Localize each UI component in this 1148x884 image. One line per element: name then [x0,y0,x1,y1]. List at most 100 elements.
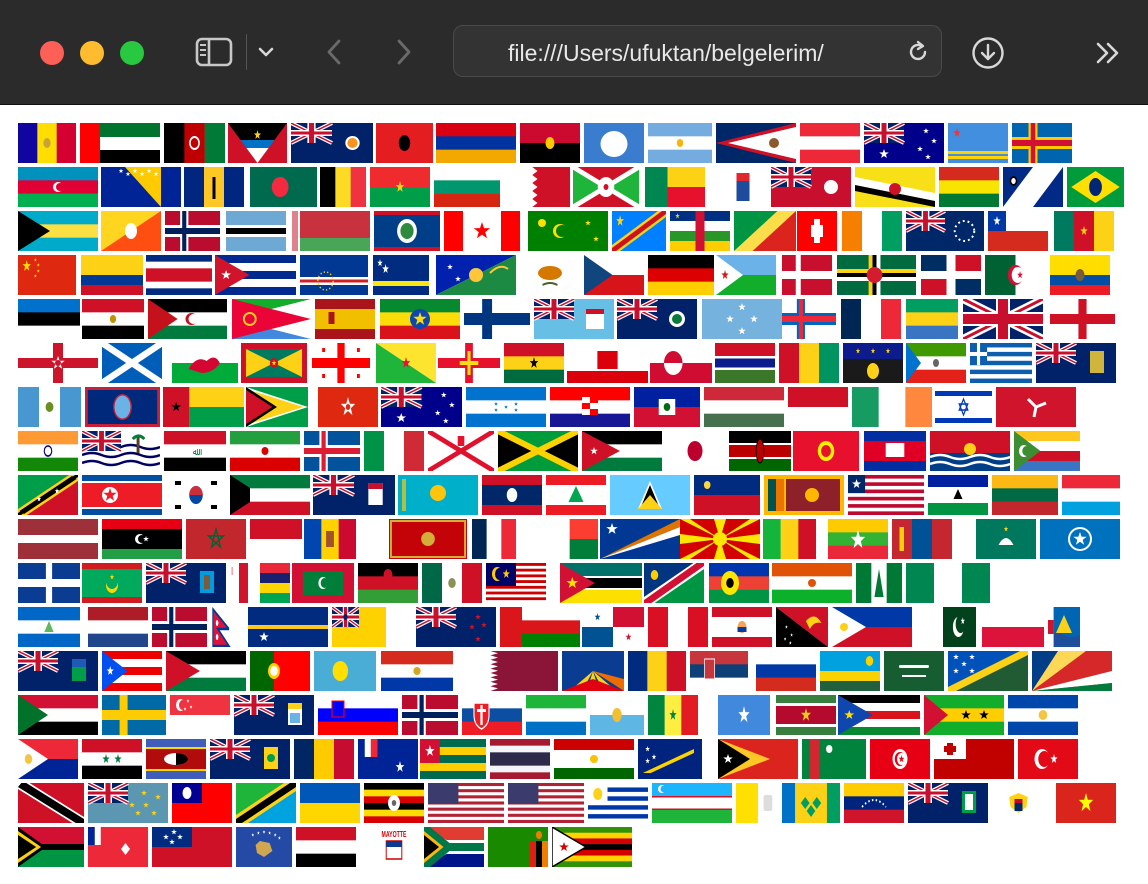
flag-vc [782,783,840,823]
flag-kh [864,431,926,471]
flag-bq [1003,167,1063,207]
flag-tr [1018,739,1078,779]
flag-sr [776,695,836,735]
forward-button[interactable] [390,36,418,68]
flag-gg [438,343,500,383]
flag-fj [534,299,614,339]
flag-yt: MAYOTTE [368,827,420,867]
reload-icon [909,40,927,61]
flag-aw [948,123,1008,163]
more-tools-button[interactable] [1094,40,1122,66]
flag-td [294,739,354,779]
flag-mk [680,519,760,559]
flag-az [18,167,98,207]
flag-ug [364,783,424,823]
flag-ps [166,651,246,691]
flag-es [315,299,375,339]
flag-ga [906,299,958,339]
flag-gb-nir [18,343,98,383]
flag-dj [716,255,776,295]
flag-mz [560,563,642,603]
flag-zw [552,827,632,867]
flag-fi [464,299,530,339]
flag-jo [582,431,662,471]
zoom-window-button[interactable] [120,41,144,65]
flag-cu [215,255,296,295]
flag-tt [18,783,84,823]
flag-mp [1040,519,1120,559]
flag-st [924,695,1004,735]
flag-pg [776,607,828,647]
flag-gp [843,343,903,383]
flag-iq: ﷲ [164,431,226,471]
flag-cm [1054,211,1114,251]
flag-ye [296,827,356,867]
flag-gt [18,387,81,427]
flag-nc [709,563,769,603]
flag-pf [712,607,772,647]
flag-ci [842,211,902,251]
flag-ni [18,607,80,647]
flag-gm [715,343,775,383]
flag-ec [1050,255,1110,295]
flag-lb [546,475,606,515]
flag-bl [717,167,769,207]
flag-gi [567,343,648,383]
flag-tz [236,783,296,823]
flag-ng [906,563,990,603]
flag-rs [690,651,748,691]
flag-hm [381,387,462,427]
flag-gs [1036,343,1116,383]
flag-nz [416,607,496,647]
flag-jm [498,431,578,471]
address-text[interactable]: file:///Users/ufuktan/belgelerim/ [508,39,880,67]
flag-cc [528,211,608,251]
flag-im [996,387,1076,427]
flag-kw [230,475,310,515]
address-bar[interactable]: file:///Users/ufuktan/belgelerim/ [453,25,942,77]
minimize-window-button[interactable] [80,41,104,65]
flag-si [318,695,398,735]
flag-grid: ﷲ MAYOTTE [0,105,1148,884]
flag-il [935,387,992,427]
tab-overview-button[interactable] [254,40,278,64]
flag-gy [246,387,308,427]
flag-gb [963,299,1043,339]
flag-mc [250,519,302,559]
flag-ht [634,387,700,427]
flag-dm [837,255,916,295]
flag-mm [828,519,888,559]
flag-bb [184,167,244,207]
flag-gn [779,343,839,383]
flag-cd [612,211,666,251]
flag-kn [18,475,78,515]
flag-zm [488,827,548,867]
flag-as [716,123,796,163]
sidebar-toggle-button[interactable] [192,34,236,70]
flag-pe [648,607,708,647]
flag-gb-eng [1050,299,1115,339]
flag-ke [729,431,791,471]
back-button[interactable] [320,36,348,68]
downloads-button[interactable] [970,35,1006,71]
flag-ge [312,343,370,383]
flag-bs [18,211,98,251]
flag-hr [550,387,630,427]
flag-uz [652,783,732,823]
flag-bd [250,167,317,207]
flag-kz [398,475,478,515]
flag-ly [102,519,182,559]
close-window-button[interactable] [40,41,64,65]
flag-cr [146,255,212,295]
flag-pm [1048,607,1080,647]
flag-lu [1062,475,1120,515]
flag-sd [18,695,98,735]
mayotte-label: MAYOTTE [382,831,407,839]
flag-be [320,167,366,207]
flag-pw [314,651,376,691]
flag-ar [648,123,712,163]
reload-button[interactable] [904,38,932,66]
flag-ki [930,431,1010,471]
flag-wf [88,827,148,867]
flag-tk [638,739,702,779]
